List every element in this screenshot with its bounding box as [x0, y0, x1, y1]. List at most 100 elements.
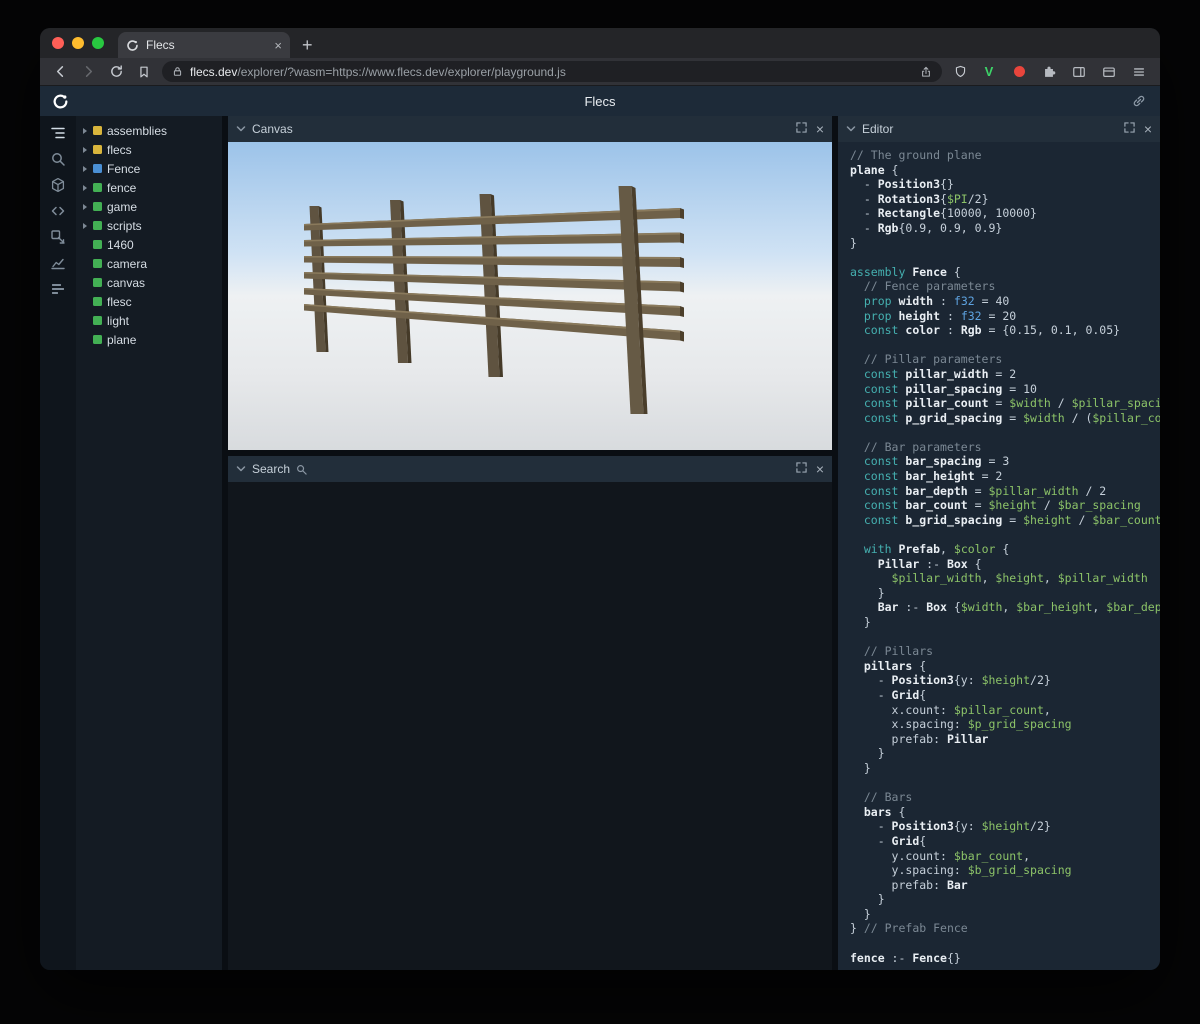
expand-arrow-placeholder [83, 337, 87, 343]
tree-item-1460[interactable]: 1460 [76, 235, 222, 254]
code-line: } // Prefab Fence [850, 921, 1150, 936]
entity-label: flecs [107, 143, 132, 157]
expand-arrow-icon[interactable] [83, 128, 87, 134]
code-line: const pillar_width = 2 [850, 367, 1150, 382]
expand-arrow-icon[interactable] [83, 185, 87, 191]
tree-item-fence[interactable]: fence [76, 178, 222, 197]
code-line: } [850, 892, 1150, 907]
expand-arrow-placeholder [83, 318, 87, 324]
close-panel-icon[interactable]: × [816, 462, 824, 476]
desktop-background: Flecs × + flecs.dev/explor [0, 0, 1200, 1024]
stats-icon[interactable] [40, 276, 76, 302]
shield-icon[interactable] [950, 62, 970, 82]
code-line: Pillar :- Box { [850, 557, 1150, 572]
window-controls [40, 28, 118, 58]
expand-panel-icon[interactable] [796, 462, 807, 476]
entity-color-dot [93, 202, 102, 211]
code-line: } [850, 586, 1150, 601]
tree-item-camera[interactable]: camera [76, 254, 222, 273]
code-line [850, 250, 1150, 265]
entity-color-dot [93, 259, 102, 268]
code-line: // Pillars [850, 644, 1150, 659]
collapse-chevron-icon[interactable] [846, 124, 856, 134]
cube-icon[interactable] [40, 172, 76, 198]
canvas-3d-viewport[interactable] [228, 142, 832, 450]
tree-item-plane[interactable]: plane [76, 330, 222, 349]
tree-item-assemblies[interactable]: assemblies [76, 121, 222, 140]
tree-item-light[interactable]: light [76, 311, 222, 330]
url-domain: flecs.dev [190, 65, 237, 79]
entity-color-dot [93, 126, 102, 135]
share-icon[interactable] [920, 66, 932, 78]
expand-arrow-placeholder [83, 261, 87, 267]
entity-tree: assemblies flecs Fencefencegamescripts1460… [76, 116, 222, 970]
tab-close-icon[interactable]: × [274, 38, 282, 53]
expand-arrow-placeholder [83, 280, 87, 286]
expand-arrow-icon[interactable] [83, 166, 87, 172]
expand-panel-icon[interactable] [1124, 122, 1135, 136]
editor-code[interactable]: // The ground planeplane { - Position3{}… [838, 142, 1160, 970]
search-icon[interactable] [40, 146, 76, 172]
code-line: - Grid{ [850, 688, 1150, 703]
address-bar[interactable]: flecs.dev/explorer/?wasm=https://www.fle… [162, 61, 942, 82]
fullscreen-window-button[interactable] [92, 37, 104, 49]
expand-arrow-icon[interactable] [83, 147, 87, 153]
collapse-chevron-icon[interactable] [236, 124, 246, 134]
editor-panel-header: Editor × [838, 116, 1160, 142]
new-tab-button[interactable]: + [290, 32, 325, 58]
forward-icon[interactable] [78, 62, 98, 82]
expand-arrow-icon[interactable] [83, 223, 87, 229]
bookmark-icon[interactable] [134, 62, 154, 82]
entity-color-dot [93, 335, 102, 344]
entity-label: light [107, 314, 129, 328]
code-line: const p_grid_spacing = $width / ($pillar… [850, 411, 1150, 426]
code-line [850, 527, 1150, 542]
search-icon [296, 464, 307, 475]
close-panel-icon[interactable]: × [1144, 122, 1152, 136]
code-line: x.count: $pillar_count, [850, 703, 1150, 718]
expand-arrow-icon[interactable] [83, 204, 87, 210]
tree-item-canvas[interactable]: canvas [76, 273, 222, 292]
red-extension-icon[interactable] [1008, 61, 1030, 83]
entity-color-dot [93, 297, 102, 306]
entity-color-dot [93, 240, 102, 249]
tree-item-flesc[interactable]: flesc [76, 292, 222, 311]
editor-panel-title: Editor [862, 122, 893, 136]
entity-color-dot [93, 316, 102, 325]
back-icon[interactable] [50, 62, 70, 82]
code-line: pillars { [850, 659, 1150, 674]
minimize-window-button[interactable] [72, 37, 84, 49]
close-window-button[interactable] [52, 37, 64, 49]
chart-icon[interactable] [40, 250, 76, 276]
v-extension-icon[interactable]: V [978, 61, 1000, 83]
search-results-area[interactable] [228, 482, 832, 970]
expand-panel-icon[interactable] [796, 122, 807, 136]
code-icon[interactable] [40, 198, 76, 224]
wallet-icon[interactable] [1098, 61, 1120, 83]
code-line: // Pillar parameters [850, 352, 1150, 367]
tree-item-flecs[interactable]: flecs [76, 140, 222, 159]
browser-tab[interactable]: Flecs × [118, 32, 290, 58]
tree-item-Fence[interactable]: Fence [76, 159, 222, 178]
sidebar-panel-icon[interactable] [1068, 61, 1090, 83]
collapse-chevron-icon[interactable] [236, 464, 246, 474]
lock-icon[interactable] [172, 66, 183, 77]
code-line: const color : Rgb = {0.15, 0.1, 0.05} [850, 323, 1150, 338]
tree-item-game[interactable]: game [76, 197, 222, 216]
code-line: Bar :- Box {$width, $bar_height, $bar_de… [850, 600, 1150, 615]
code-line: - Grid{ [850, 834, 1150, 849]
tree-item-scripts[interactable]: scripts [76, 216, 222, 235]
code-line: } [850, 746, 1150, 761]
reload-icon[interactable] [106, 62, 126, 82]
inspect-icon[interactable] [40, 224, 76, 250]
code-line: } [850, 761, 1150, 776]
code-line [850, 776, 1150, 791]
search-panel-header: Search × [228, 456, 832, 482]
entity-label: camera [107, 257, 147, 271]
tree-icon[interactable] [40, 120, 76, 146]
code-line: const bar_count = $height / $bar_spacing [850, 498, 1150, 513]
close-panel-icon[interactable]: × [816, 122, 824, 136]
menu-icon[interactable] [1128, 61, 1150, 83]
code-line: - Position3{} [850, 177, 1150, 192]
extensions-puzzle-icon[interactable] [1038, 61, 1060, 83]
